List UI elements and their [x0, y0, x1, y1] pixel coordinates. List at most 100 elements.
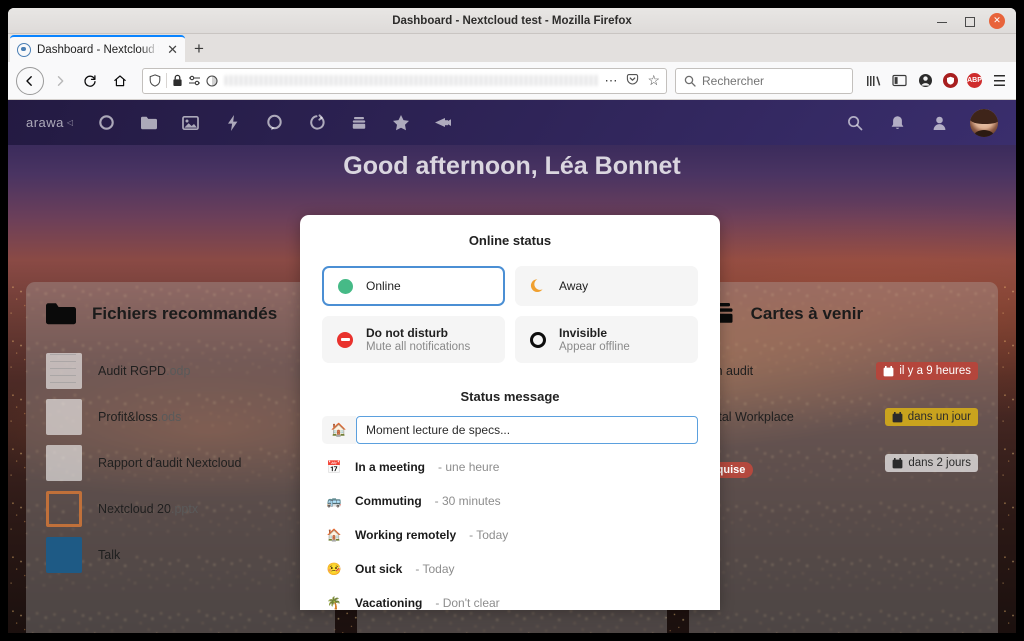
search-icon — [684, 75, 696, 87]
forward-button[interactable] — [46, 67, 74, 95]
preset-label: Working remotely — [355, 528, 457, 542]
ublock-origin-icon[interactable] — [943, 73, 958, 88]
card-title: t quise — [708, 448, 876, 478]
panel-upcoming-cards: Cartes à venir on audit il y a 9 heures … — [688, 282, 998, 633]
window-titlebar: Dashboard - Nextcloud test - Mozilla Fir… — [8, 8, 1016, 34]
padlock-icon[interactable] — [172, 74, 183, 87]
firefox-window: Dashboard - Nextcloud test - Mozilla Fir… — [8, 8, 1016, 633]
adblock-plus-icon[interactable]: ABP — [967, 73, 982, 88]
list-item[interactable]: Rapport d'audit Nextcloud — [46, 440, 315, 486]
preset-label: In a meeting — [355, 460, 426, 474]
tracking-protection-shield-icon[interactable] — [149, 74, 161, 87]
status-preset-list: 📅 In a meeting - une heure 🚌 Commuting -… — [322, 450, 698, 610]
nav-app-circles[interactable] — [306, 112, 328, 134]
reader-mode-icon[interactable] — [206, 74, 218, 87]
browser-tab[interactable]: Dashboard - Nextcloud test ✕ — [10, 35, 185, 62]
status-label: Away — [559, 279, 589, 293]
list-item[interactable]: on audit il y a 9 heures — [709, 348, 978, 394]
reload-button[interactable] — [76, 67, 104, 95]
file-name: Nextcloud 20.pptx — [98, 502, 199, 516]
pocket-icon[interactable] — [626, 73, 639, 89]
file-name: Profit&loss.ods — [98, 410, 182, 424]
tab-strip: Dashboard - Nextcloud test ✕ + — [8, 34, 1016, 62]
library-icon[interactable] — [865, 72, 882, 89]
preset-label: Commuting — [355, 494, 422, 508]
home-icon — [114, 74, 126, 86]
status-message-input[interactable] — [356, 416, 698, 444]
status-option-text: Invisible Appear offline — [559, 326, 630, 353]
due-date-badge: il y a 9 heures — [876, 362, 978, 380]
arawa-logo[interactable]: arawa ◁ — [26, 115, 74, 130]
panel-header: Fichiers recommandés — [46, 302, 315, 326]
preset-duration: - 30 minutes — [434, 494, 501, 508]
user-avatar[interactable] — [970, 108, 998, 137]
status-option-away[interactable]: Away — [515, 266, 698, 306]
nav-app-files[interactable] — [138, 112, 160, 134]
dnd-circle-icon — [336, 331, 354, 349]
header-search-icon[interactable] — [844, 112, 866, 134]
nextcloud-favicon-icon — [17, 42, 31, 57]
status-option-text: Do not disturb Mute all notifications — [366, 326, 470, 353]
window-title: Dashboard - Nextcloud test - Mozilla Fir… — [392, 14, 632, 27]
minimize-button[interactable] — [935, 14, 949, 28]
page-actions-icon[interactable]: ⋯ — [604, 73, 618, 89]
navigation-toolbar: ⋯ ☆ Rechercher ABP ☰ — [8, 62, 1016, 100]
tab-close-icon[interactable]: ✕ — [165, 42, 180, 58]
logo-text: arawa — [26, 115, 64, 130]
window-controls: ✕ — [935, 12, 1016, 29]
tab-title: Dashboard - Nextcloud test — [37, 43, 159, 56]
list-item[interactable]: Nextcloud 20.pptx — [46, 486, 315, 532]
sidebar-icon[interactable] — [891, 72, 908, 89]
list-item[interactable]: Profit&loss.ods — [46, 394, 315, 440]
preset-out-sick[interactable]: 🤒 Out sick - Today — [322, 552, 698, 586]
header-notifications-icon[interactable] — [886, 112, 908, 134]
url-text-redacted[interactable] — [225, 75, 600, 86]
preset-working-remotely[interactable]: 🏠 Working remotely - Today — [322, 518, 698, 552]
list-item[interactable]: gital Workplace dans un jour — [709, 394, 978, 440]
search-input[interactable]: Rechercher — [675, 67, 853, 94]
nav-app-activity[interactable] — [222, 112, 244, 134]
status-option-do-not-disturb[interactable]: Do not disturb Mute all notifications — [322, 316, 505, 363]
preset-commuting[interactable]: 🚌 Commuting - 30 minutes — [322, 484, 698, 518]
hamburger-menu-icon[interactable]: ☰ — [991, 72, 1008, 90]
site-permissions-icon[interactable] — [188, 75, 201, 86]
arrow-right-icon — [57, 75, 64, 86]
home-button[interactable] — [106, 67, 134, 95]
online-dot-icon — [336, 277, 354, 295]
nav-app-photos[interactable] — [180, 112, 202, 134]
file-thumbnail-icon — [46, 399, 82, 435]
nav-app-dashboard[interactable] — [96, 112, 118, 134]
nav-app-talk[interactable] — [264, 112, 286, 134]
list-item[interactable]: Talk — [46, 532, 315, 578]
list-item[interactable]: t quise dans 2 jours — [708, 440, 978, 486]
bookmark-star-icon[interactable]: ☆ — [647, 72, 660, 89]
panel-header: Cartes à venir — [709, 302, 978, 326]
preset-in-a-meeting[interactable]: 📅 In a meeting - une heure — [322, 450, 698, 484]
search-placeholder: Rechercher — [702, 73, 765, 88]
account-icon[interactable] — [917, 72, 934, 89]
nav-app-favorites[interactable] — [390, 112, 412, 134]
close-button[interactable]: ✕ — [989, 12, 1005, 29]
desktop-background: Dashboard - Nextcloud test - Mozilla Fir… — [0, 0, 1024, 641]
emoji-picker-button[interactable]: 🏠 — [322, 416, 356, 444]
modal-title: Online status — [468, 233, 552, 248]
status-sublabel: Appear offline — [559, 341, 630, 353]
status-option-text: Away — [559, 279, 588, 293]
logo-mark-icon: ◁ — [66, 118, 74, 127]
folder-icon — [46, 303, 76, 325]
new-tab-button[interactable]: + — [185, 35, 213, 62]
header-actions — [844, 108, 1004, 137]
preset-vacationing[interactable]: 🌴 Vacationing - Don't clear — [322, 586, 698, 610]
nav-app-announcements[interactable] — [432, 112, 454, 134]
sick-face-emoji-icon: 🤒 — [326, 562, 342, 576]
back-button[interactable] — [16, 66, 44, 95]
header-contacts-icon[interactable] — [928, 112, 950, 134]
file-thumbnail-icon — [46, 491, 82, 527]
url-bar[interactable]: ⋯ ☆ — [142, 67, 667, 94]
status-option-online[interactable]: Online — [322, 266, 505, 306]
preset-label: Vacationing — [355, 596, 423, 610]
nav-app-deck[interactable] — [348, 112, 370, 134]
maximize-button[interactable] — [962, 14, 976, 28]
status-option-invisible[interactable]: Invisible Appear offline — [515, 316, 698, 363]
list-item[interactable]: Audit RGPD.odp — [46, 348, 315, 394]
